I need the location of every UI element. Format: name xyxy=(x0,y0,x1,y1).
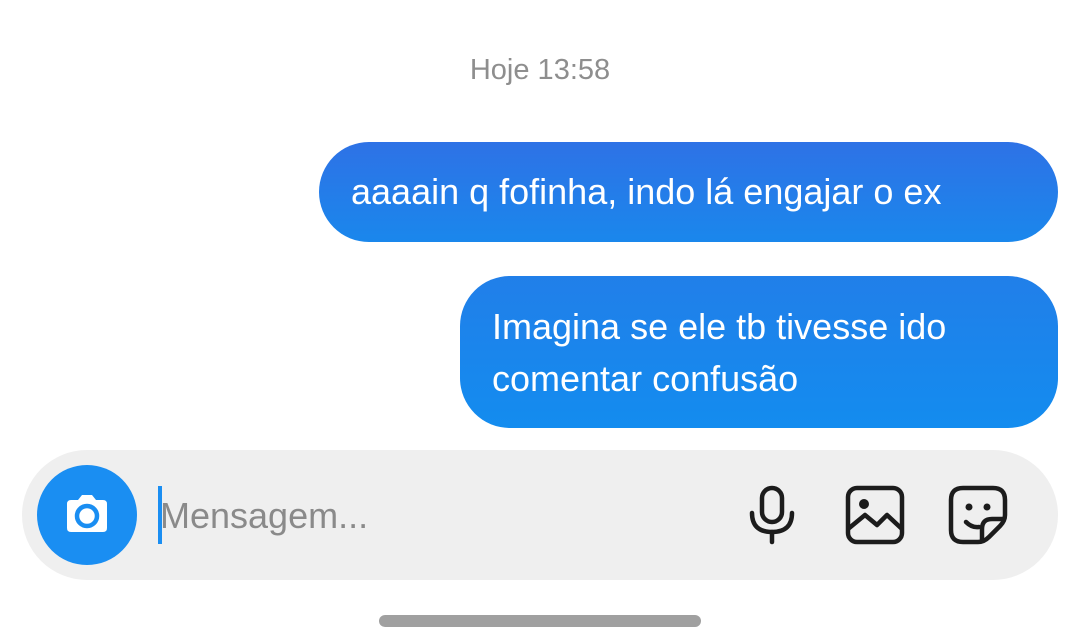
message-bubble-sent[interactable]: Imagina se ele tb tivesse ido comentar c… xyxy=(460,276,1058,428)
gallery-icon xyxy=(845,485,905,545)
chat-timestamp: Hoje 13:58 xyxy=(469,54,611,86)
microphone-button[interactable] xyxy=(742,485,802,545)
camera-icon xyxy=(67,495,107,532)
gallery-button[interactable] xyxy=(845,485,905,545)
home-indicator[interactable] xyxy=(379,615,701,627)
sticker-icon xyxy=(948,485,1008,545)
camera-button[interactable] xyxy=(37,465,137,565)
message-bubble-sent[interactable]: aaaain q fofinha, indo lá engajar o ex xyxy=(319,142,1058,242)
message-input[interactable] xyxy=(160,490,680,542)
message-composer xyxy=(22,450,1058,580)
sticker-button[interactable] xyxy=(948,485,1008,545)
microphone-icon xyxy=(749,485,795,545)
